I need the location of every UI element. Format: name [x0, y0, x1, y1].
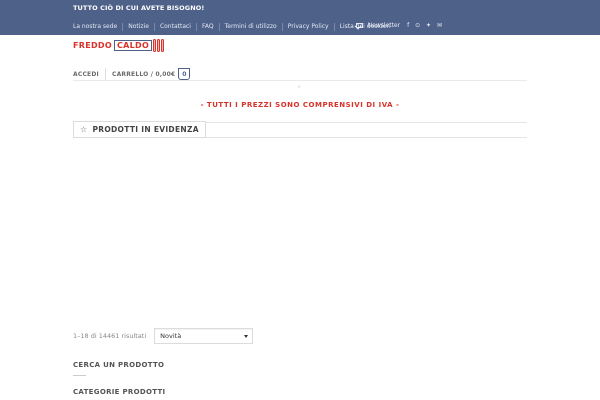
sort-select[interactable]: Novità	[154, 328, 254, 344]
chevron-down-icon	[244, 334, 249, 338]
result-count: 1–18 di 14461 risultati	[73, 332, 147, 340]
radiator-icon	[153, 38, 165, 52]
login-link[interactable]: ACCEDI	[73, 71, 105, 78]
tax-notice: - TUTTI I PREZZI SONO COMPRENSIVI DI IVA…	[200, 101, 400, 109]
nav-link-termini[interactable]: Termini di utilizzo	[218, 23, 282, 31]
top-bar: TUTTO CIÒ DI CUI AVETE BISOGNO! La nostr…	[0, 0, 600, 35]
social-icons[interactable]: f ⊙ ✦ ✉	[407, 22, 444, 29]
search-widget-divider	[73, 375, 86, 376]
logo-text-caldo: CALDO	[113, 39, 153, 51]
newsletter-link[interactable]: Newsletter f ⊙ ✦ ✉	[355, 22, 444, 29]
star-icon: ☆	[80, 125, 88, 134]
featured-title: PRODOTTI IN EVIDENZA	[92, 125, 199, 134]
tagline: TUTTO CIÒ DI CUI AVETE BISOGNO!	[73, 4, 205, 12]
results-row: 1–18 di 14461 risultati Novità	[73, 328, 254, 344]
nav-link-sede[interactable]: La nostra sede	[73, 23, 122, 31]
nav-link-privacy[interactable]: Privacy Policy	[281, 23, 334, 31]
featured-heading: ☆ PRODOTTI IN EVIDENZA	[73, 121, 206, 138]
nav-link-contattaci[interactable]: Contattaci	[153, 23, 196, 31]
loading-icon: ⁘	[297, 84, 302, 90]
account-row: ACCEDI CARRELLO / 0,00€ 0	[73, 68, 191, 80]
search-widget-title: CERCA UN PRODOTTO	[73, 361, 165, 369]
cart-label: CARRELLO / 0,00€	[111, 70, 176, 78]
top-nav: La nostra sede Notizie Contattaci FAQ Te…	[73, 23, 396, 31]
nav-link-faq[interactable]: FAQ	[195, 23, 219, 31]
nav-link-notizie[interactable]: Notizie	[122, 23, 154, 31]
site-logo[interactable]: FREDDO CALDO	[73, 37, 165, 53]
cart-count-badge: 0	[178, 68, 191, 80]
sort-selected-value: Novità	[160, 332, 182, 340]
cart-link[interactable]: CARRELLO / 0,00€ 0	[104, 68, 191, 80]
newsletter-label: Newsletter	[367, 22, 401, 29]
header-divider	[73, 80, 527, 81]
mail-icon	[355, 23, 363, 28]
logo-text-freddo: FREDDO	[73, 40, 112, 50]
categories-widget-title: CATEGORIE PRODOTTI	[73, 388, 166, 396]
